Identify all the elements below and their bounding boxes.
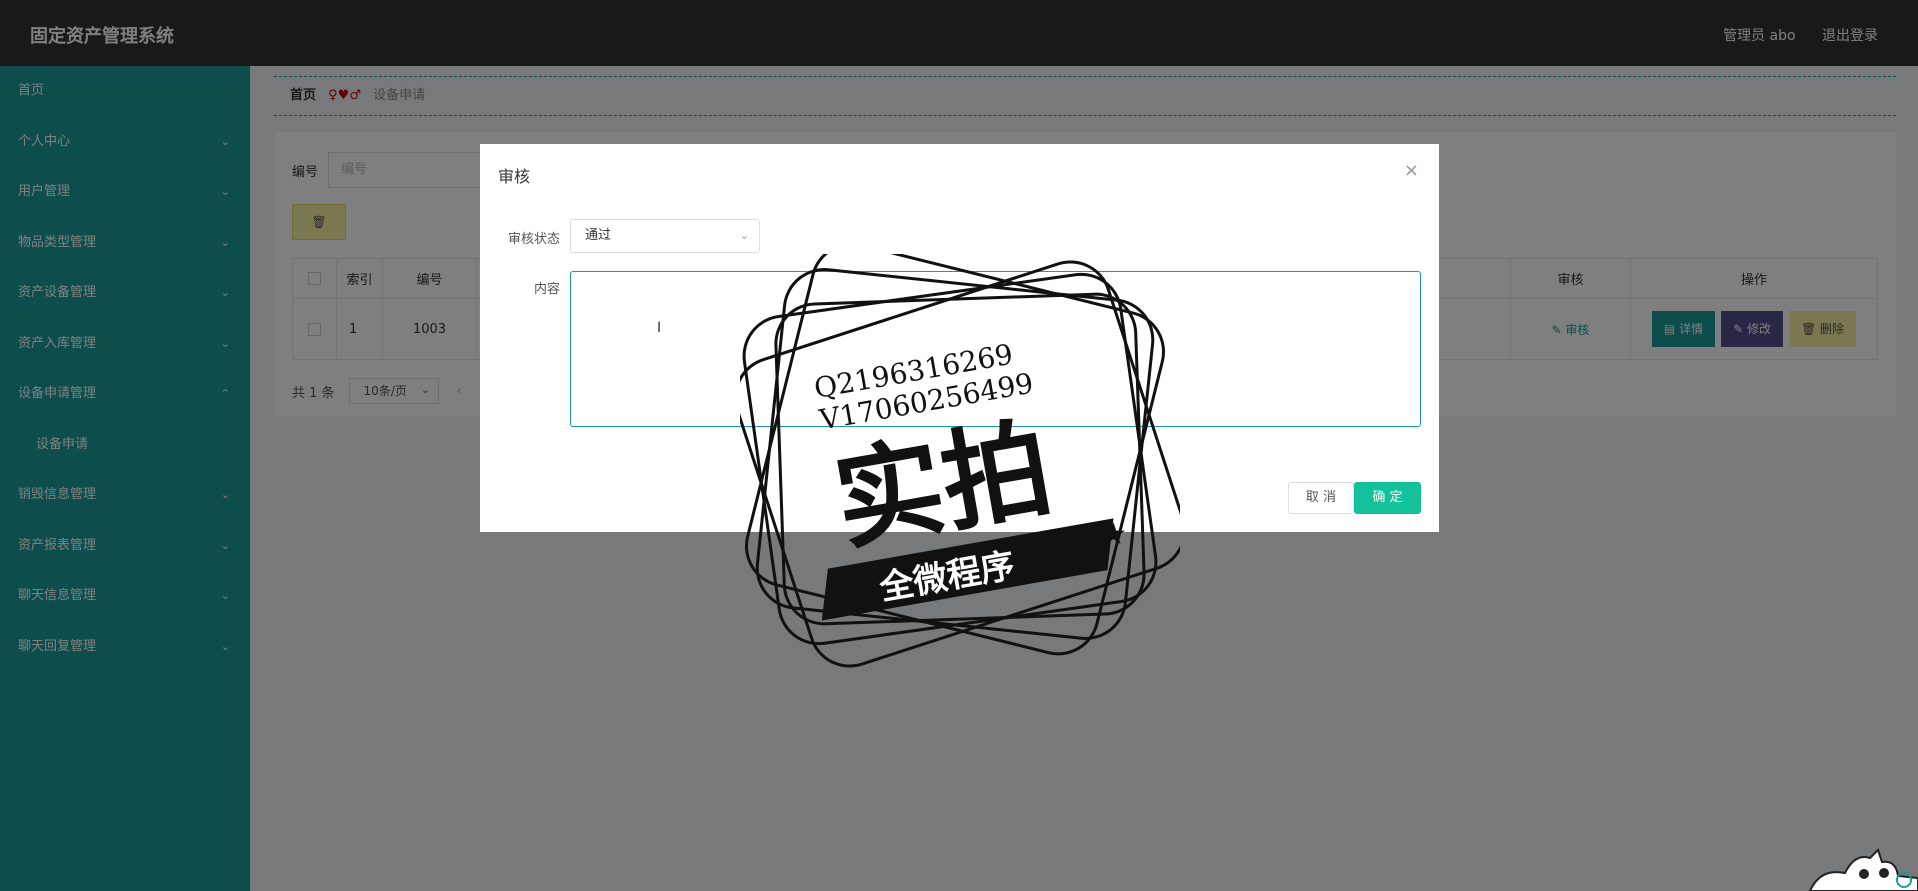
dialog-title: 审核: [498, 167, 531, 186]
star-icon: ★: [1100, 517, 1127, 552]
cat-mascot-icon: [1808, 848, 1918, 891]
status-label: 审核状态: [507, 232, 560, 247]
star-icon: ★: [832, 572, 859, 607]
confirm-button[interactable]: 确 定: [1354, 482, 1421, 514]
chevron-down-icon: ⌄: [739, 229, 749, 242]
text-cursor-icon: I: [657, 320, 662, 336]
status-select[interactable]: 通过 ⌄: [570, 219, 760, 253]
cancel-button[interactable]: 取 消: [1288, 482, 1354, 514]
close-icon[interactable]: ×: [1404, 160, 1419, 181]
watermark-stamp: Q2196316269 V17060256499 实拍 全微程序 ★ ★: [740, 254, 1180, 668]
content-label: 内容: [533, 282, 560, 297]
